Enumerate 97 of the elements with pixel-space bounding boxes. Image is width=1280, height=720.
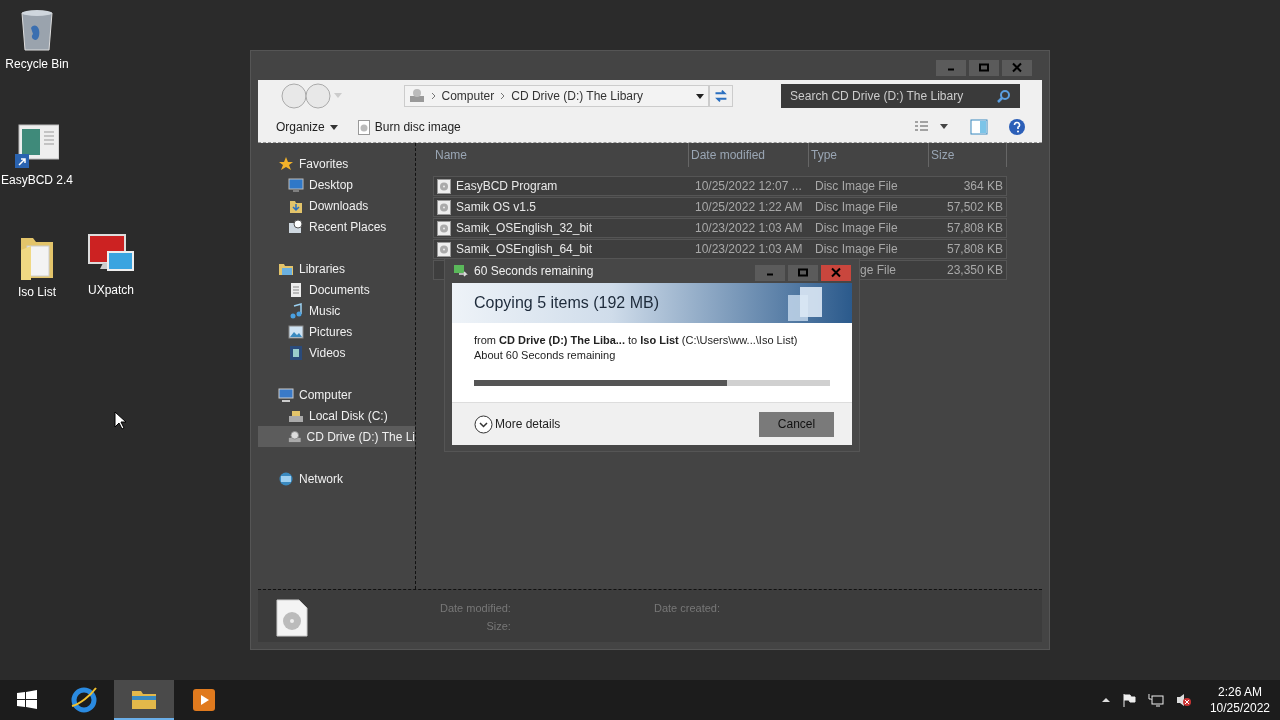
file-name: Samik_OSEnglish_32_bit xyxy=(456,220,593,237)
clock[interactable]: 2:26 AM 10/25/2022 xyxy=(1209,684,1270,716)
cancel-button[interactable]: Cancel xyxy=(759,411,834,437)
column-header[interactable]: Date modified xyxy=(689,143,809,167)
date-cell: 10/23/2022 1:03 AM xyxy=(695,221,803,235)
size-cell: 57,808 KB xyxy=(946,242,1003,256)
breadcrumb[interactable]: CD Drive (D:) The Libary xyxy=(511,87,644,105)
show-hidden-icons-icon[interactable] xyxy=(1101,697,1110,703)
maximize-button[interactable] xyxy=(969,60,999,76)
size-cell: 57,808 KB xyxy=(946,221,1003,235)
flag-icon[interactable] xyxy=(1121,693,1136,707)
computer-icon xyxy=(278,386,294,403)
network-icon[interactable] xyxy=(1147,693,1164,707)
type-cell: Disc Image File xyxy=(815,221,898,235)
desktop-icon xyxy=(288,176,304,193)
size-cell: 57,502 KB xyxy=(946,200,1003,214)
dialog-heading: Copying 5 items (192 MB) xyxy=(474,293,659,313)
date-cell: 10/25/2022 12:07 ... xyxy=(695,179,802,193)
column-header[interactable]: Size xyxy=(929,143,1007,167)
date-cell: 10/23/2022 1:03 AM xyxy=(695,242,803,256)
clock-date: 10/25/2022 xyxy=(1209,700,1270,716)
column-header[interactable]: Name xyxy=(433,143,689,167)
refresh-button[interactable] xyxy=(709,85,734,107)
file-row[interactable]: Samik_OSEnglish_64_bit 10/23/2022 1:03 AM Disc Image File 57,808 KB xyxy=(433,239,1007,259)
nav-item[interactable]: Libraries xyxy=(258,258,415,279)
detail-label: Date created: xyxy=(653,601,720,616)
network-icon xyxy=(278,470,294,487)
clock-time: 2:26 AM xyxy=(1217,684,1262,700)
nav-item[interactable]: Computer xyxy=(258,384,415,405)
desktop-shortcut[interactable]: Recycle Bin xyxy=(0,8,74,73)
file-name: Samik OS v1.5 xyxy=(456,199,537,216)
maximize-button[interactable] xyxy=(788,265,818,281)
expand-icon xyxy=(474,414,493,434)
address-bar[interactable]: Computer CD Drive (D:) The Libary xyxy=(403,85,710,107)
type-cell: ge File xyxy=(860,263,897,277)
disc-file-icon xyxy=(437,199,451,215)
dropdown-icon[interactable] xyxy=(696,93,705,99)
type-cell: Disc Image File xyxy=(815,179,898,193)
disc-file-icon xyxy=(276,599,308,637)
music-icon xyxy=(288,302,304,319)
type-cell: Disc Image File xyxy=(815,200,898,214)
disc-file-icon xyxy=(437,178,451,194)
chevron-icon xyxy=(430,92,436,100)
breadcrumb[interactable]: Computer xyxy=(441,87,495,105)
nav-item[interactable]: Documents xyxy=(258,279,415,300)
desktop-shortcut[interactable]: EasyBCD 2.4 xyxy=(0,124,74,189)
file-row[interactable]: Samik OS v1.5 10/25/2022 1:22 AM Disc Image File 57,502 KB xyxy=(433,197,1007,217)
file-name: Samik_OSEnglish_64_bit xyxy=(456,241,593,258)
mouse-cursor-icon xyxy=(114,411,126,430)
nav-item[interactable]: Downloads xyxy=(258,195,415,216)
taskbar-app-button[interactable] xyxy=(114,680,174,720)
chevron-icon xyxy=(500,92,506,100)
view-options-icon[interactable] xyxy=(914,120,950,134)
more-details-toggle[interactable]: More details xyxy=(474,414,561,434)
nav-item[interactable]: Recent Places xyxy=(258,216,415,237)
video-icon xyxy=(288,344,304,361)
nav-item[interactable]: Network xyxy=(258,468,415,489)
desktop-shortcut[interactable]: Iso List xyxy=(0,234,74,301)
nav-item[interactable]: Pictures xyxy=(258,321,415,342)
close-button[interactable] xyxy=(1002,60,1032,76)
recycle-bin-icon xyxy=(19,8,55,52)
time-remaining-text: About 60 Seconds remaining xyxy=(474,348,617,363)
copy-icon xyxy=(453,264,469,278)
nav-item[interactable]: Local Disk (C:) xyxy=(258,405,415,426)
nav-item[interactable]: Desktop xyxy=(258,174,415,195)
search-icon xyxy=(997,89,1011,103)
desktop-shortcut[interactable]: UXpatch xyxy=(74,234,148,299)
search-field[interactable]: Search CD Drive (D:) The Libary xyxy=(781,84,1020,108)
dropdown-icon xyxy=(329,124,338,130)
nav-item[interactable]: CD Drive (D:) The Li xyxy=(258,426,415,447)
close-button[interactable] xyxy=(821,265,851,281)
size-cell: 364 KB xyxy=(963,179,1003,193)
nav-item[interactable]: Favorites xyxy=(258,153,415,174)
disc-file-icon xyxy=(357,119,370,135)
copy-route-text: from CD Drive (D:) The Liba... to Iso List (C:\Users\ww...\Iso List) xyxy=(474,333,799,348)
burn-disc-image-button[interactable]: Burn disc image xyxy=(357,118,461,136)
nav-item[interactable]: Music xyxy=(258,300,415,321)
detail-label: Size: xyxy=(486,619,511,634)
doc-icon xyxy=(288,281,304,298)
help-icon[interactable] xyxy=(1008,118,1026,136)
file-name: EasyBCD Program xyxy=(456,178,558,195)
dialog-title: 60 Seconds remaining xyxy=(474,263,595,280)
column-header[interactable]: Type xyxy=(809,143,929,167)
size-cell: 23,350 KB xyxy=(946,263,1003,277)
star-icon xyxy=(278,155,294,172)
application-window-icon xyxy=(15,124,59,168)
date-cell: 10/25/2022 1:22 AM xyxy=(695,200,803,214)
disc-file-icon xyxy=(437,220,451,236)
nav-item[interactable]: Videos xyxy=(258,342,415,363)
organize-menu[interactable]: Organize xyxy=(268,118,346,136)
file-row[interactable]: EasyBCD Program 10/25/2022 12:07 ... Disc Image File 364 KB xyxy=(433,176,1007,196)
picture-icon xyxy=(288,323,304,340)
detail-label: Date modified: xyxy=(440,601,511,616)
muted-speaker-icon[interactable] xyxy=(1175,692,1192,708)
file-row[interactable]: Samik_OSEnglish_32_bit 10/23/2022 1:03 AM Disc Image File 57,808 KB xyxy=(433,218,1007,238)
disc-file-icon xyxy=(437,241,451,257)
type-cell: Disc Image File xyxy=(815,242,898,256)
